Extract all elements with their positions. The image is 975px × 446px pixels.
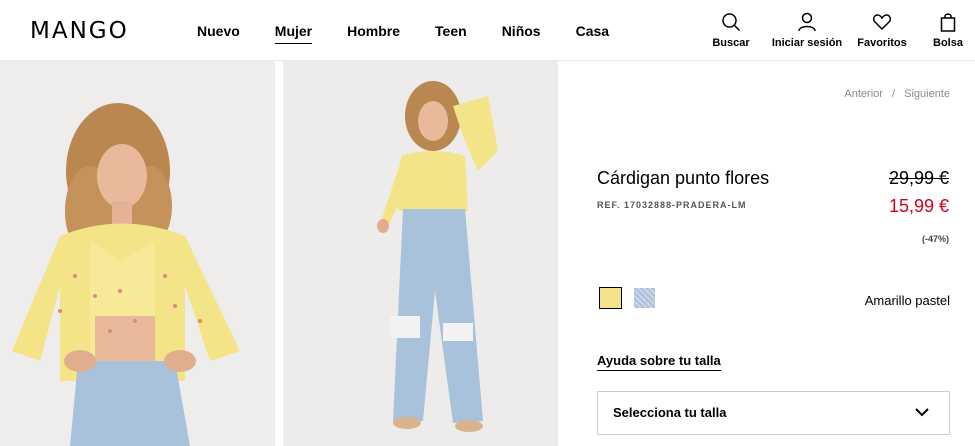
previous-link[interactable]: Anterior: [844, 88, 883, 100]
login-label: Iniciar sesión: [771, 37, 843, 49]
product-reference: REF. 17032888-PRADERA-LM: [597, 200, 747, 210]
product-image-closeup[interactable]: [0, 61, 275, 446]
size-select[interactable]: Selecciona tu talla: [597, 391, 950, 435]
nav-item-teen[interactable]: Teen: [435, 23, 467, 44]
user-icon: [798, 12, 816, 32]
favorites-label: Favoritos: [857, 37, 907, 49]
next-link[interactable]: Siguiente: [904, 88, 950, 100]
bag-label: Bolsa: [933, 37, 963, 49]
header-tools: Buscar Iniciar sesión Favoritos Bolsa: [711, 12, 975, 49]
heart-icon: [873, 14, 891, 31]
site-header: MANGO Nuevo Mujer Hombre Teen Niños Casa…: [0, 0, 975, 61]
chevron-down-icon: [915, 408, 929, 417]
product-title: Cárdigan punto flores: [597, 168, 770, 188]
login-button[interactable]: Iniciar sesión: [771, 12, 843, 49]
color-swatch-blue[interactable]: [634, 288, 655, 308]
main-nav: Nuevo Mujer Hombre Teen Niños Casa: [197, 23, 644, 44]
nav-item-hombre[interactable]: Hombre: [347, 23, 400, 44]
product-image-fullbody[interactable]: [283, 61, 558, 446]
breadcrumb-separator: /: [892, 88, 896, 100]
color-swatch-yellow[interactable]: [599, 287, 622, 309]
model-fullbody-illustration: [283, 61, 558, 446]
selected-color-name: Amarillo pastel: [864, 293, 950, 308]
model-closeup-illustration: [0, 61, 275, 446]
original-price: 29,99 €: [888, 168, 949, 188]
nav-item-mujer[interactable]: Mujer: [274, 23, 313, 44]
bag-button[interactable]: Bolsa: [931, 12, 965, 49]
nav-item-casa[interactable]: Casa: [576, 23, 609, 44]
nav-item-ninos[interactable]: Niños: [502, 23, 541, 44]
size-select-label: Selecciona tu talla: [613, 405, 727, 420]
sale-price: 15,99 €: [888, 196, 949, 216]
favorites-button[interactable]: Favoritos: [856, 12, 908, 49]
brand-logo[interactable]: MANGO: [30, 18, 129, 44]
search-label: Buscar: [712, 37, 750, 49]
size-help-link[interactable]: Ayuda sobre tu talla: [597, 353, 721, 371]
search-icon: [722, 13, 741, 32]
product-breadcrumb: Anterior / Siguiente: [844, 88, 950, 100]
search-button[interactable]: Buscar: [711, 12, 751, 49]
nav-item-nuevo[interactable]: Nuevo: [197, 23, 240, 44]
bag-icon: [940, 13, 956, 32]
discount-badge: (-47%): [921, 234, 949, 244]
